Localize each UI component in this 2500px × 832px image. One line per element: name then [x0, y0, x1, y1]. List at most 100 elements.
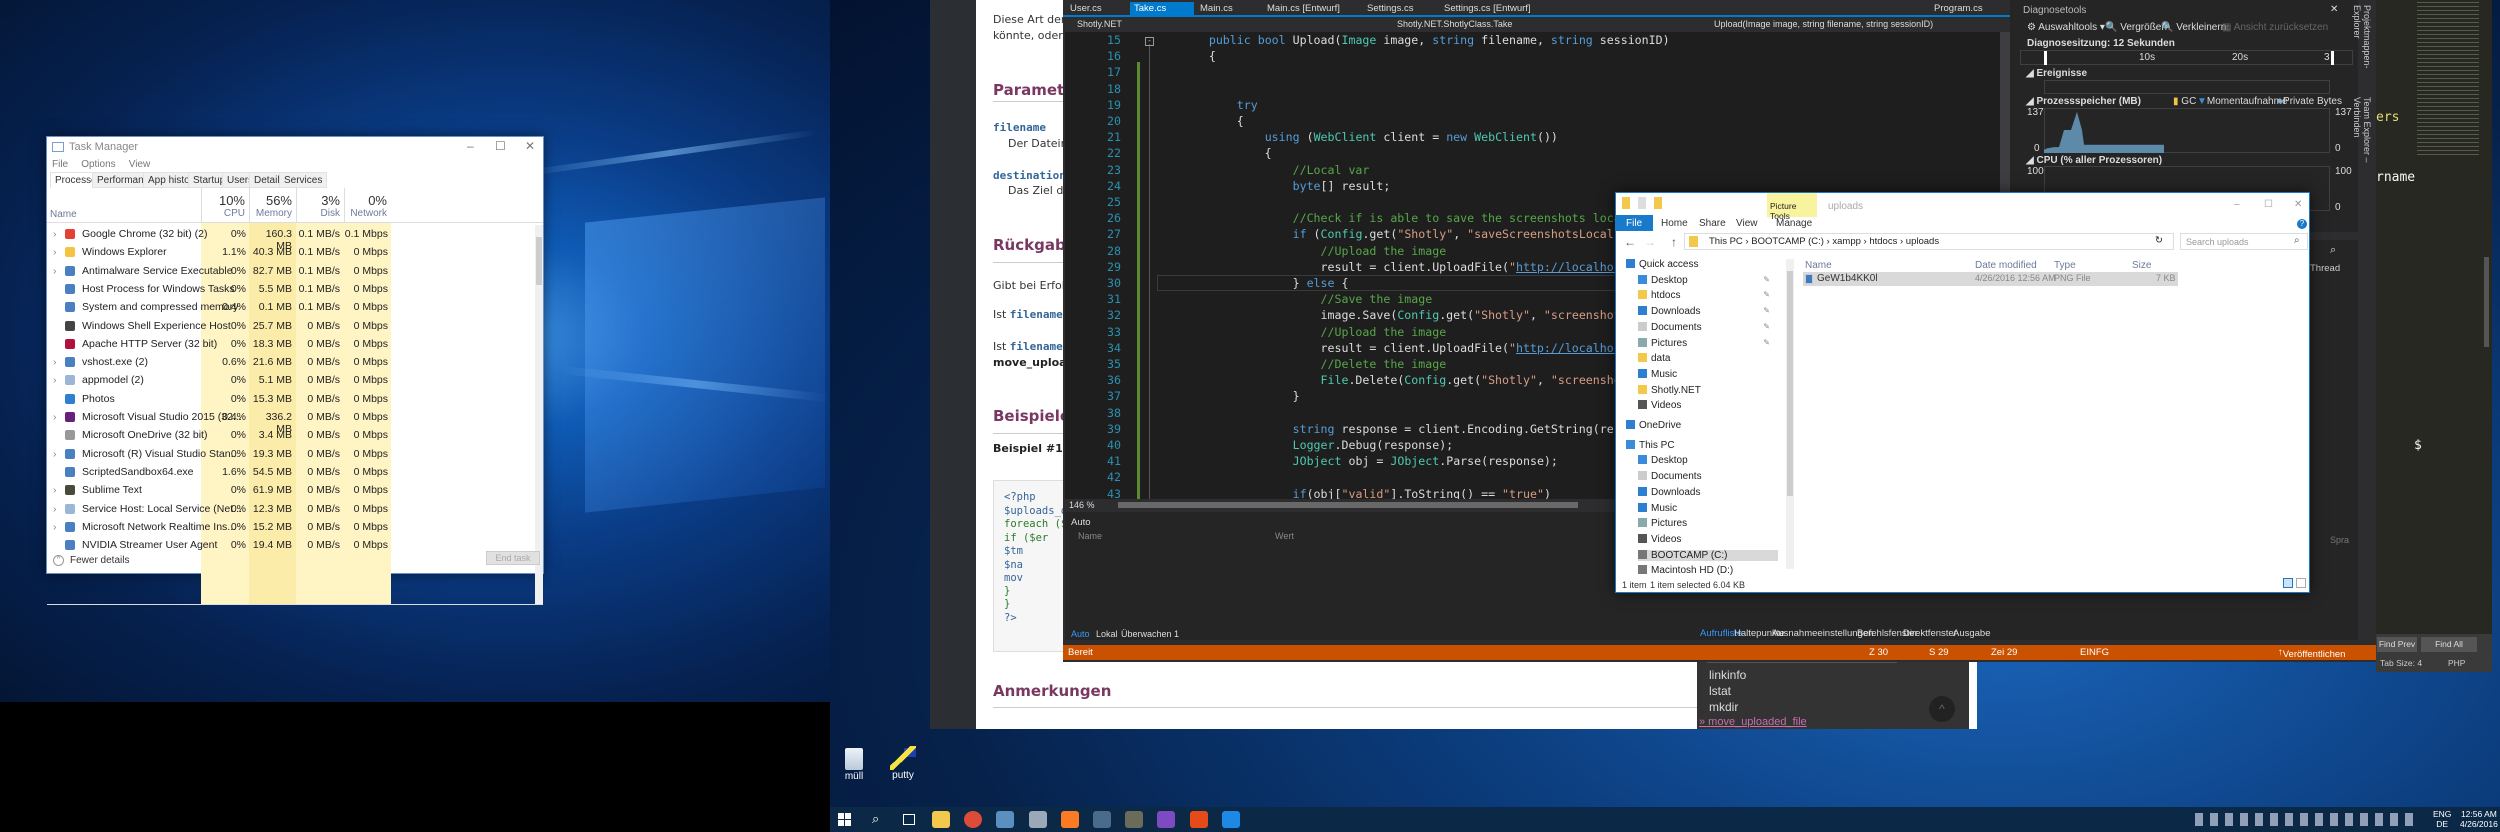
zoom-level[interactable]: 146 %: [1069, 500, 1095, 510]
nav-item[interactable]: Shotly.NET: [1638, 384, 1778, 396]
member-dropdown[interactable]: Upload(Image image, string filename, str…: [1714, 19, 1933, 29]
column-header-type[interactable]: Type: [2054, 260, 2076, 271]
nav-item[interactable]: Desktop ✎: [1638, 274, 1778, 286]
column-header-network[interactable]: 0% Network: [344, 188, 391, 223]
nav-item[interactable]: Music: [1638, 502, 1778, 514]
process-row[interactable]: NVIDIA Streamer User Agent 0% 19.4 MB 0 MB/…: [47, 536, 535, 554]
menu-file[interactable]: File: [52, 159, 68, 170]
expand-chevron-icon[interactable]: ›: [53, 356, 57, 368]
process-row[interactable]: Windows Shell Experience Host 0% 25.7 MB 0 …: [47, 317, 535, 335]
project-dropdown[interactable]: Shotly.NET: [1077, 19, 1122, 29]
zoom-out-button[interactable]: 🔍 Verkleinern: [2161, 22, 2226, 33]
breadcrumb-bootcamp[interactable]: BOOTCAMP (C:): [1751, 236, 1824, 247]
nav-item[interactable]: BOOTCAMP (C:): [1638, 549, 1778, 561]
menu-options[interactable]: Options: [81, 159, 115, 170]
search-box[interactable]: Search uploads ⌕: [2180, 233, 2308, 250]
timeline-end-handle[interactable]: [2331, 51, 2334, 65]
back-button[interactable]: ←: [1624, 235, 1636, 249]
nav-item[interactable]: Downloads ✎: [1638, 306, 1778, 317]
tab-program-cs[interactable]: Program.cs: [1930, 2, 1987, 16]
process-row[interactable]: › Service Host: Local Service (Net... 0% 12…: [47, 500, 535, 518]
column-header-name[interactable]: Name: [1805, 260, 1832, 271]
up-button[interactable]: ↑: [1671, 235, 1677, 249]
expand-chevron-icon[interactable]: ›: [53, 503, 57, 515]
column-header-memory[interactable]: 56% Memory: [249, 188, 296, 223]
tab-size-selector[interactable]: Tab Size: 4: [2380, 658, 2422, 668]
expand-chevron-icon[interactable]: ›: [53, 521, 57, 533]
nav-item[interactable]: Downloads: [1638, 486, 1778, 498]
nav-item[interactable]: Quick access: [1626, 259, 1776, 270]
find-prev-button[interactable]: Find Prev: [2377, 637, 2417, 652]
class-dropdown[interactable]: Shotly.NET.ShotlyClass.Take: [1397, 19, 1512, 29]
ribbon-tab-manage[interactable]: Manage: [1776, 218, 1812, 229]
nav-item[interactable]: Pictures ✎: [1638, 337, 1778, 349]
column-header-name[interactable]: Name: [47, 188, 201, 223]
maximize-button[interactable]: ☐: [495, 139, 506, 153]
tab-immediate-window[interactable]: Direktfenster: [1903, 628, 1957, 639]
nav-item[interactable]: Documents: [1638, 471, 1778, 482]
search-icon[interactable]: ⌕: [2330, 244, 2336, 257]
process-row[interactable]: › Sublime Text 0% 61.9 MB 0 MB/s 0 Mbps: [47, 481, 535, 499]
breadcrumb-htdocs[interactable]: htdocs: [1869, 236, 1897, 247]
expand-chevron-icon[interactable]: ›: [53, 246, 57, 258]
maximize-button[interactable]: ☐: [2264, 199, 2273, 210]
column-header-disk[interactable]: 3% Disk: [296, 188, 344, 223]
ribbon-tab-home[interactable]: Home: [1661, 218, 1688, 229]
xampp-icon[interactable]: [1060, 811, 1079, 828]
moon-app-icon[interactable]: [996, 811, 1015, 828]
ribbon-tab-view[interactable]: View: [1736, 218, 1758, 229]
large-icons-view-button[interactable]: [2296, 578, 2306, 588]
side-tab-team-explorer[interactable]: Team Explorer – Verbinden: [2352, 97, 2372, 192]
tab-take-cs[interactable]: Take.cs: [1130, 2, 1194, 16]
chrome-icon[interactable]: [964, 811, 983, 828]
process-row[interactable]: Apache HTTP Server (32 bit) 0% 18.3 MB 0 MB…: [47, 335, 535, 353]
close-button[interactable]: ✕: [525, 139, 535, 153]
process-list-scrollbar[interactable]: [535, 225, 543, 604]
reset-view-button[interactable]: ▦ Ansicht zurücksetzen: [2222, 22, 2328, 33]
nav-item[interactable]: OneDrive: [1626, 420, 1776, 431]
language-indicator[interactable]: ENG DE: [2433, 809, 2451, 829]
forward-button[interactable]: →: [1644, 235, 1656, 249]
panel-close-icon[interactable]: ✕: [2330, 4, 2338, 15]
nav-item[interactable]: This PC: [1626, 439, 1776, 451]
tab-settings-cs[interactable]: Settings.cs: [1363, 2, 1417, 16]
minimize-button[interactable]: –: [2234, 199, 2240, 210]
expand-chevron-icon[interactable]: ›: [53, 411, 57, 423]
quick-access-toolbar-icons[interactable]: [1622, 197, 1672, 209]
steam-icon[interactable]: [1093, 811, 1111, 828]
function-link-move-uploaded-file[interactable]: » move_uploaded_file: [1699, 716, 1807, 728]
process-row[interactable]: Photos 0% 15.3 MB 0 MB/s 0 Mbps: [47, 390, 535, 408]
timeline-start-handle[interactable]: [2044, 51, 2047, 65]
events-label[interactable]: ◢ Ereignisse: [2026, 68, 2087, 79]
clock[interactable]: 12:56 AM 4/26/2016: [2460, 809, 2498, 829]
search-button[interactable]: ⌕: [872, 811, 879, 827]
nav-item[interactable]: Documents ✎: [1638, 321, 1778, 333]
process-row[interactable]: › Windows Explorer 1.1% 40.3 MB 0.1 MB/s 0 Mb…: [47, 243, 535, 261]
address-bar[interactable]: This PC › BOOTCAMP (C:) › xampp › htdocs…: [1684, 233, 2174, 250]
param-destination[interactable]: destination: [993, 169, 1066, 182]
app-red-icon[interactable]: [1189, 811, 1208, 828]
tab-services[interactable]: Services: [279, 172, 328, 188]
refresh-icon[interactable]: ↻: [2155, 235, 2163, 246]
process-row[interactable]: › Microsoft Visual Studio 2015 (32... 0.4%…: [47, 408, 535, 435]
breadcrumb-uploads[interactable]: uploads: [1906, 236, 1939, 247]
nav-item[interactable]: Videos: [1638, 533, 1778, 545]
app-icon[interactable]: [1028, 811, 1047, 828]
help-icon[interactable]: ?: [2297, 219, 2307, 229]
process-row[interactable]: › Google Chrome (32 bit) (2) 0% 160.3 MB 0.1…: [47, 225, 535, 252]
desktop-icon-putty[interactable]: putty: [883, 746, 923, 781]
select-tools-button[interactable]: ⚙ Auswahltools ▾: [2027, 22, 2105, 33]
sublime-scrollbar[interactable]: [2484, 257, 2489, 347]
column-header-size[interactable]: Size: [2132, 260, 2151, 271]
nav-pane-scrollbar[interactable]: [1786, 259, 1794, 569]
tab-locals[interactable]: Lokal: [1096, 629, 1118, 639]
find-all-button[interactable]: Find All: [2421, 637, 2477, 652]
memory-label[interactable]: ◢ Prozessspeicher (MB): [2026, 96, 2141, 107]
tab-settings-cs-draft[interactable]: Settings.cs [Entwurf]: [1440, 2, 1535, 16]
expand-chevron-icon[interactable]: ›: [53, 374, 57, 386]
visual-studio-icon[interactable]: [1157, 811, 1176, 828]
process-row[interactable]: Microsoft OneDrive (32 bit) 0% 3.4 MB 0 MB/…: [47, 426, 535, 444]
tab-main-cs[interactable]: Main.cs: [1196, 2, 1237, 16]
close-button[interactable]: ✕: [2294, 199, 2302, 210]
start-button[interactable]: [838, 813, 851, 826]
